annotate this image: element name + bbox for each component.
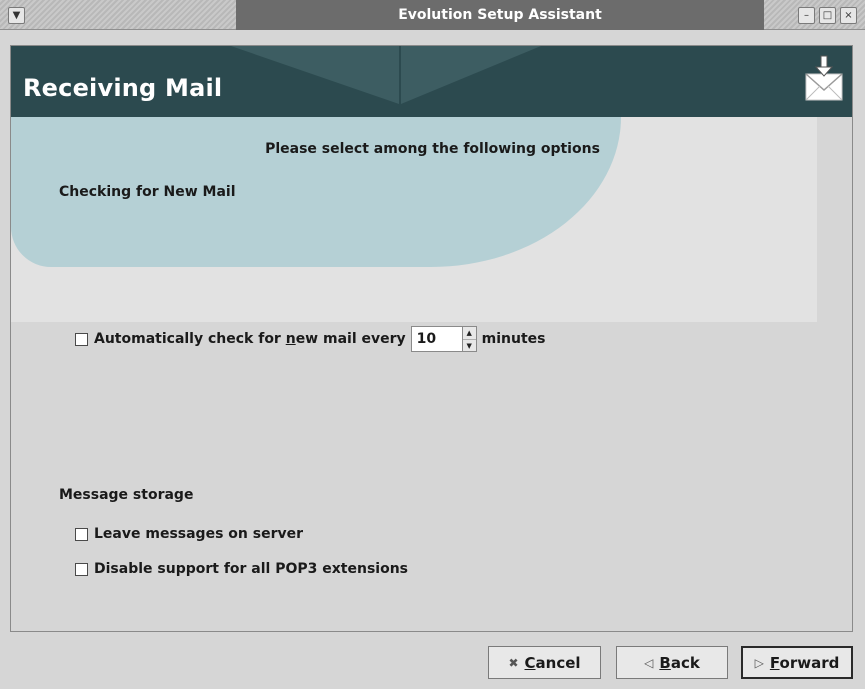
leave-on-server-row: Leave messages on server: [75, 524, 303, 544]
storage-section-title: Message storage: [59, 487, 194, 503]
cancel-button[interactable]: ✖ Cancel: [488, 646, 601, 679]
leave-on-server-checkbox[interactable]: [75, 527, 88, 541]
check-interval-input[interactable]: 10: [412, 327, 462, 351]
disable-pop3-row: Disable support for all POP3 extensions: [75, 559, 408, 579]
title-bar: ▼ Evolution Setup Assistant – □ ×: [0, 0, 865, 30]
window-menu-button[interactable]: ▼: [8, 7, 25, 24]
disable-pop3-checkbox[interactable]: [75, 562, 88, 576]
interval-unit-label: minutes: [481, 331, 546, 347]
assistant-page: Receiving Mail Please select among the f…: [10, 45, 853, 632]
back-arrow-icon: ◁: [644, 655, 654, 670]
leave-on-server-label[interactable]: Leave messages on server: [94, 526, 303, 542]
spinner-arrows[interactable]: ▲ ▼: [461, 327, 476, 352]
close-button[interactable]: ×: [840, 7, 857, 24]
window-title: Evolution Setup Assistant: [398, 7, 602, 23]
auto-check-checkbox[interactable]: [75, 332, 88, 346]
mail-download-icon: [805, 55, 843, 101]
auto-check-label[interactable]: Automatically check for new mail every: [94, 331, 406, 347]
forward-arrow-icon: ▷: [754, 655, 764, 670]
disable-pop3-label[interactable]: Disable support for all POP3 extensions: [94, 561, 408, 577]
minimize-button[interactable]: –: [798, 7, 815, 24]
page-subtitle: Please select among the following option…: [265, 141, 600, 157]
page-banner: Receiving Mail: [11, 46, 852, 117]
chevron-down-icon: ▼: [12, 10, 21, 21]
back-button[interactable]: ◁ Back: [616, 646, 728, 679]
checking-section-title: Checking for New Mail: [59, 184, 236, 200]
maximize-icon: □: [822, 10, 833, 21]
check-interval-spinner[interactable]: 10 ▲ ▼: [410, 326, 477, 352]
cancel-x-icon: ✖: [508, 655, 519, 670]
forward-button[interactable]: ▷ Forward: [741, 646, 853, 679]
banner-decoration-right: [401, 46, 541, 104]
auto-check-row: Automatically check for new mail every 1…: [75, 326, 546, 352]
minimize-icon: –: [804, 10, 809, 21]
close-icon: ×: [844, 10, 853, 21]
page-title: Receiving Mail: [23, 74, 223, 102]
spin-down-icon[interactable]: ▼: [462, 339, 476, 352]
spin-up-icon[interactable]: ▲: [463, 327, 476, 339]
banner-decoration-left: [231, 46, 399, 104]
maximize-button[interactable]: □: [819, 7, 836, 24]
